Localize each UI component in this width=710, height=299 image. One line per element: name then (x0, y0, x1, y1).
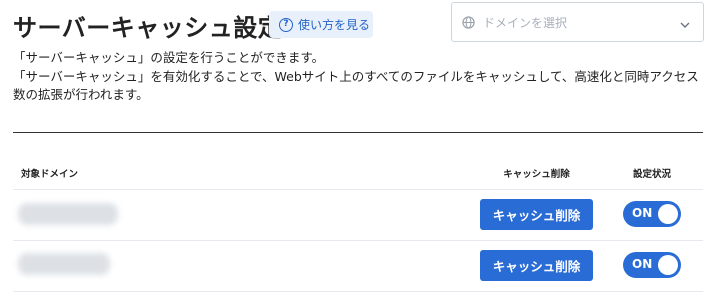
column-header-cache-purge: キャッシュ削除 (503, 169, 570, 180)
page-title: サーバーキャッシュ設定 (13, 14, 283, 42)
cache-purge-button[interactable]: キャッシュ削除 (480, 199, 593, 230)
chevron-down-icon (679, 16, 691, 35)
domain-select-placeholder: ドメインを選択 (483, 15, 568, 30)
table-header-divider (13, 189, 703, 190)
cache-status-toggle[interactable]: ON (623, 252, 681, 278)
description-line-2: 「サーバーキャッシュ」を有効化することで、Webサイト上のすべてのファイルをキャ… (13, 69, 699, 102)
domain-select[interactable]: ドメインを選択 (451, 2, 704, 42)
domain-name-redacted (18, 253, 110, 275)
column-header-domain: 対象ドメイン (21, 169, 79, 180)
column-header-status: 設定状況 (632, 169, 671, 180)
question-circle-icon: ? (279, 17, 293, 32)
toggle-label: ON (632, 257, 653, 271)
globe-icon (462, 15, 475, 29)
table-row-divider (13, 291, 703, 292)
toggle-knob (658, 255, 678, 275)
cache-purge-button[interactable]: キャッシュ削除 (480, 250, 593, 281)
domain-name-redacted (18, 203, 118, 225)
section-divider (13, 132, 703, 133)
help-button[interactable]: ? 使い方を見る (269, 11, 373, 38)
help-button-label: 使い方を見る (298, 18, 371, 32)
cache-status-toggle[interactable]: ON (623, 201, 681, 227)
table-row-divider (13, 240, 703, 241)
toggle-label: ON (632, 206, 653, 220)
description-line-1: 「サーバーキャッシュ」の設定を行うことができます。 (13, 50, 325, 65)
toggle-knob (658, 204, 678, 224)
